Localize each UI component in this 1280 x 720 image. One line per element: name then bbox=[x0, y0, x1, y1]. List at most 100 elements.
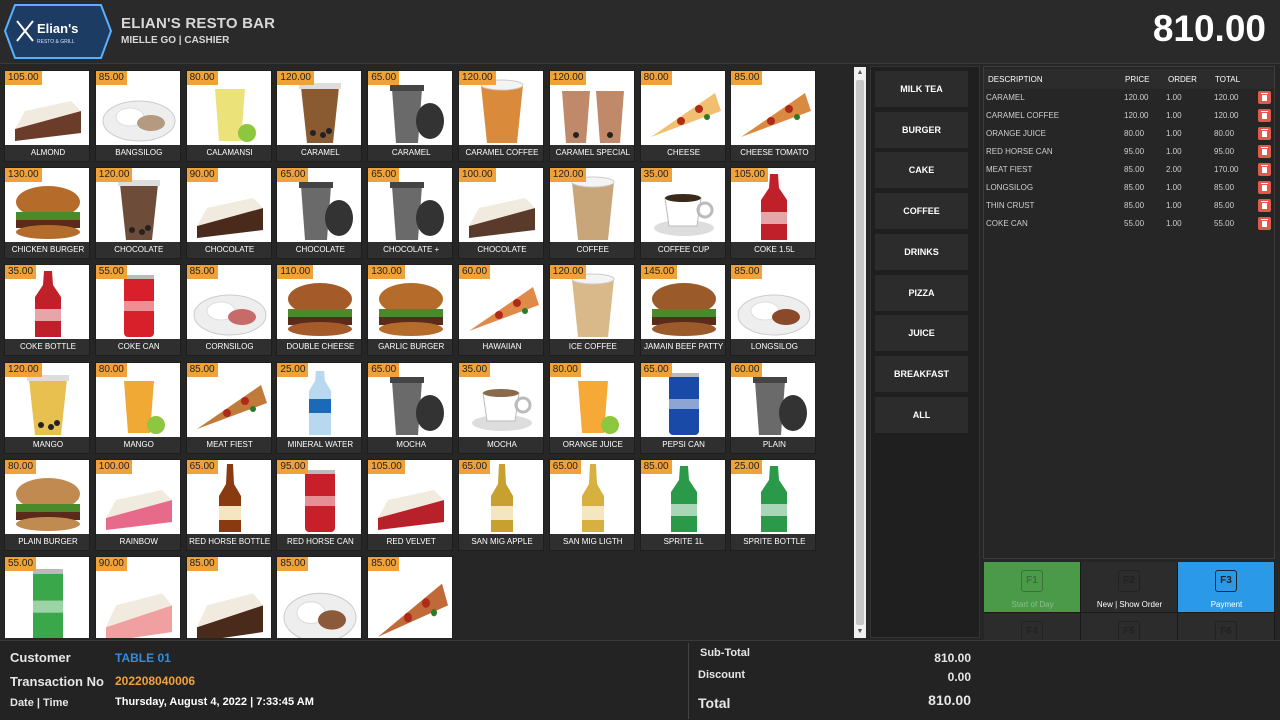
category-button[interactable]: JUICE bbox=[875, 315, 968, 352]
category-button[interactable]: MILK TEA bbox=[875, 71, 968, 107]
product-price: 85.00 bbox=[731, 71, 763, 85]
order-quantity: 2.00 bbox=[1166, 165, 1182, 174]
product-tile[interactable]: 65.00 MOCHA bbox=[367, 361, 454, 454]
product-tile[interactable]: 65.00 SAN MIG LIGTH bbox=[548, 458, 635, 551]
product-tile[interactable]: 90.00 CHOCOLATE bbox=[185, 167, 272, 260]
key-label: Payment bbox=[1210, 600, 1243, 609]
product-tile[interactable]: 120.00 CARAMEL SPECIAL bbox=[548, 70, 635, 162]
product-tile[interactable]: 65.00 CHOCOLATE + bbox=[367, 167, 454, 260]
product-tile[interactable]: 25.00 SPRITE BOTTLE bbox=[730, 458, 817, 551]
order-row[interactable]: MEAT FIEST 85.00 2.00 170.00 bbox=[984, 161, 1274, 179]
product-tile[interactable]: 55.00 bbox=[4, 556, 90, 638]
product-price: 85.00 bbox=[186, 265, 218, 280]
product-tile[interactable]: 120.00 COFFEE bbox=[548, 167, 635, 260]
trash-icon[interactable] bbox=[1258, 217, 1271, 230]
product-tile[interactable]: 95.00 RED HORSE CAN bbox=[276, 458, 363, 551]
product-tile[interactable]: 85.00 bbox=[276, 556, 363, 638]
footer-divider bbox=[688, 643, 689, 719]
scroll-thumb[interactable] bbox=[856, 80, 864, 625]
product-tile[interactable]: 120.00 MANGO bbox=[4, 361, 90, 454]
order-row[interactable]: LONGSILOG 85.00 1.00 85.00 bbox=[984, 179, 1274, 197]
product-tile[interactable]: 120.00 ICE COFFEE bbox=[548, 264, 635, 357]
trash-icon[interactable] bbox=[1258, 163, 1271, 176]
product-tile[interactable]: 85.00 bbox=[185, 556, 272, 638]
product-tile[interactable]: 120.00 CARAMEL COFFEE bbox=[458, 70, 544, 162]
product-tile[interactable]: 35.00 COFFEE CUP bbox=[639, 167, 726, 260]
order-row[interactable]: CARAMEL COFFEE 120.00 1.00 120.00 bbox=[984, 107, 1274, 125]
trash-icon[interactable] bbox=[1258, 127, 1271, 140]
product-tile[interactable]: 80.00 CALAMANSI bbox=[185, 70, 272, 162]
product-tile[interactable]: 55.00 COKE CAN bbox=[94, 264, 181, 357]
product-tile[interactable]: 90.00 bbox=[94, 556, 181, 638]
product-tile[interactable]: 120.00 CARAMEL bbox=[276, 70, 363, 162]
product-tile[interactable]: 60.00 PLAIN bbox=[730, 361, 817, 454]
trash-icon[interactable] bbox=[1258, 199, 1271, 212]
category-button[interactable]: ALL bbox=[875, 396, 968, 433]
category-button[interactable]: BREAKFAST bbox=[875, 355, 968, 392]
order-row[interactable]: COKE CAN 55.00 1.00 55.00 bbox=[984, 215, 1274, 233]
product-tile[interactable]: 80.00 PLAIN BURGER bbox=[4, 458, 90, 551]
scroll-down-icon[interactable]: ▼ bbox=[854, 626, 866, 638]
trash-icon[interactable] bbox=[1258, 145, 1271, 158]
trash-icon[interactable] bbox=[1258, 181, 1271, 194]
product-tile[interactable]: 85.00 MEAT FIEST bbox=[185, 361, 272, 454]
function-key-f1[interactable]: F1 Start of Day bbox=[984, 562, 1081, 613]
logo-subtitle: RESTO & GRILL bbox=[37, 39, 75, 45]
product-tile[interactable]: 65.00 CHOCOLATE bbox=[276, 167, 363, 260]
product-name: CHOCOLATE bbox=[459, 242, 543, 259]
trash-icon[interactable] bbox=[1258, 109, 1271, 122]
category-list: MILK TEA BURGER CAKE COFFEE DRINKS PIZZA JUICE… bbox=[870, 66, 980, 638]
product-tile[interactable]: 105.00 RED VELVET bbox=[367, 458, 454, 551]
category-button[interactable]: DRINKS bbox=[875, 233, 968, 270]
order-row[interactable]: CARAMEL 120.00 1.00 120.00 bbox=[984, 89, 1274, 107]
scroll-up-icon[interactable]: ▲ bbox=[854, 67, 866, 79]
order-row[interactable]: RED HORSE CAN 95.00 1.00 95.00 bbox=[984, 143, 1274, 161]
product-name: CARAMEL bbox=[277, 145, 362, 161]
order-quantity: 1.00 bbox=[1166, 183, 1182, 192]
order-total: 55.00 bbox=[1214, 219, 1235, 228]
function-key-f2[interactable]: F2 New | Show Order bbox=[1081, 562, 1178, 613]
product-tile[interactable]: 65.00 RED HORSE BOTTLE bbox=[185, 458, 272, 551]
product-tile[interactable]: 60.00 HAWAIIAN bbox=[458, 264, 544, 357]
product-tile[interactable]: 35.00 COKE BOTTLE bbox=[4, 264, 90, 357]
customer-value[interactable]: TABLE 01 bbox=[115, 651, 171, 665]
product-tile[interactable]: 110.00 DOUBLE CHEESE bbox=[276, 264, 363, 357]
product-price: 80.00 bbox=[5, 459, 37, 474]
function-key-f3[interactable]: F3 Payment bbox=[1178, 562, 1275, 613]
product-tile[interactable]: 130.00 CHICKEN BURGER bbox=[4, 167, 90, 260]
product-tile[interactable]: 120.00 CHOCOLATE bbox=[94, 167, 181, 260]
product-price: 105.00 bbox=[368, 459, 405, 474]
product-tile[interactable]: 80.00 ORANGE JUICE bbox=[548, 361, 635, 454]
product-tile[interactable]: 80.00 MANGO bbox=[94, 361, 181, 454]
trash-icon[interactable] bbox=[1258, 91, 1271, 104]
product-name: SAN MIG LIGTH bbox=[549, 533, 634, 550]
product-tile[interactable]: 85.00 CORNSILOG bbox=[185, 264, 272, 357]
product-tile[interactable]: 130.00 GARLIC BURGER bbox=[367, 264, 454, 357]
category-button[interactable]: BURGER bbox=[875, 111, 968, 148]
category-button[interactable]: PIZZA bbox=[875, 274, 968, 311]
product-tile[interactable]: 65.00 PEPSI CAN bbox=[639, 361, 726, 454]
product-tile[interactable]: 105.00 COKE 1.5L bbox=[730, 167, 817, 260]
product-tile[interactable]: 100.00 CHOCOLATE bbox=[458, 167, 544, 260]
product-tile[interactable]: 105.00 ALMOND bbox=[4, 70, 90, 162]
product-tile[interactable]: 85.00 LONGSILOG bbox=[730, 264, 817, 357]
product-tile[interactable]: 65.00 CARAMEL bbox=[367, 70, 454, 162]
order-total: 120.00 bbox=[1214, 111, 1239, 120]
product-tile[interactable]: 85.00 SPRITE 1L bbox=[639, 458, 726, 551]
product-tile[interactable]: 25.00 MINERAL WATER bbox=[276, 361, 363, 454]
product-tile[interactable]: 35.00 MOCHA bbox=[458, 361, 544, 454]
product-tile[interactable]: 80.00 CHEESE bbox=[639, 70, 726, 162]
order-description: ORANGE JUICE bbox=[986, 129, 1047, 138]
category-button[interactable]: CAKE bbox=[875, 152, 968, 189]
order-row[interactable]: THIN CRUST 85.00 1.00 85.00 bbox=[984, 197, 1274, 215]
product-tile[interactable]: 145.00 JAMAIN BEEF PATTY bbox=[639, 264, 726, 357]
order-row[interactable]: ORANGE JUICE 80.00 1.00 80.00 bbox=[984, 125, 1274, 143]
product-price: 85.00 bbox=[186, 557, 218, 571]
product-tile[interactable]: 100.00 RAINBOW bbox=[94, 458, 181, 551]
product-tile[interactable]: 85.00 BANGSILOG bbox=[94, 70, 181, 162]
product-tile[interactable]: 85.00 bbox=[367, 556, 454, 638]
product-scrollbar[interactable]: ▲ ▼ bbox=[854, 67, 866, 638]
product-tile[interactable]: 85.00 CHEESE TOMATO bbox=[730, 70, 817, 162]
product-tile[interactable]: 65.00 SAN MIG APPLE bbox=[458, 458, 544, 551]
category-button[interactable]: COFFEE bbox=[875, 193, 968, 230]
